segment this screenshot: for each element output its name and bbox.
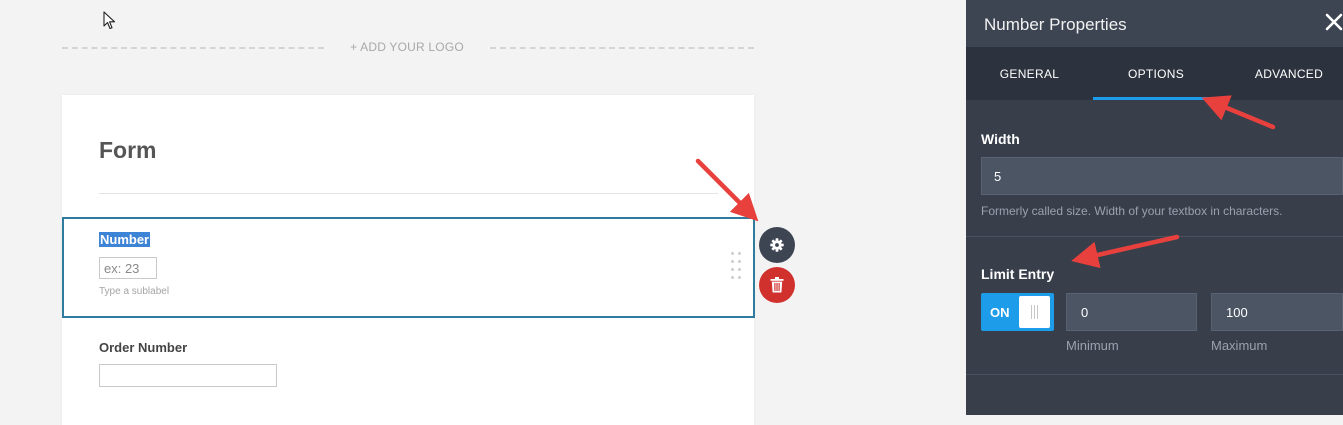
sublabel-text[interactable]: Type a sublabel xyxy=(99,286,169,297)
number-field-label[interactable]: Number xyxy=(99,232,151,247)
width-input[interactable]: 5 xyxy=(981,157,1343,195)
panel-title: Number Properties xyxy=(984,15,1127,34)
number-field-selected[interactable]: Number ex: 23 Type a sublabel xyxy=(62,217,755,318)
maximum-label: Maximum xyxy=(1211,338,1268,353)
minimum-input[interactable]: 0 xyxy=(1066,293,1197,331)
logo-bar[interactable]: + ADD YOUR LOGO xyxy=(62,40,754,54)
limit-entry-label: Limit Entry xyxy=(981,266,1055,282)
minimum-label: Minimum xyxy=(1066,338,1119,353)
tab-advanced[interactable]: ADVANCED xyxy=(1219,47,1343,100)
panel-header: Number Properties xyxy=(966,0,1343,47)
properties-panel: Number Properties GENERAL OPTIONS ADVANC… xyxy=(966,0,1343,415)
number-input[interactable]: ex: 23 xyxy=(99,257,157,279)
section-divider xyxy=(966,236,1343,237)
section-divider-bottom xyxy=(966,374,1343,375)
limit-entry-toggle[interactable]: ON xyxy=(981,293,1054,331)
close-icon[interactable] xyxy=(1325,13,1343,31)
tab-options[interactable]: OPTIONS xyxy=(1093,47,1219,100)
toggle-state-label: ON xyxy=(990,305,1010,320)
toggle-knob[interactable] xyxy=(1019,296,1050,328)
order-number-input[interactable] xyxy=(99,364,277,387)
tab-general[interactable]: GENERAL xyxy=(966,47,1093,100)
properties-tabs: GENERAL OPTIONS ADVANCED xyxy=(966,47,1343,100)
add-logo-link[interactable]: + ADD YOUR LOGO xyxy=(324,40,490,54)
width-label: Width xyxy=(981,131,1020,147)
drag-handle-icon[interactable] xyxy=(731,252,743,282)
gear-icon xyxy=(770,238,784,252)
trash-icon xyxy=(770,277,784,293)
form-title[interactable]: Form xyxy=(99,137,157,164)
mouse-cursor-icon xyxy=(103,11,116,30)
delete-field-button[interactable] xyxy=(759,267,795,303)
maximum-input[interactable]: 100 xyxy=(1211,293,1343,331)
logo-divider-left xyxy=(62,47,324,49)
field-settings-button[interactable] xyxy=(759,227,795,263)
form-card: Form Number ex: 23 Type a sublabel Order… xyxy=(62,95,755,425)
order-number-label[interactable]: Order Number xyxy=(99,340,187,355)
active-tab-indicator xyxy=(1093,97,1219,100)
logo-divider-right xyxy=(490,47,754,49)
width-hint: Formerly called size. Width of your text… xyxy=(981,204,1283,218)
form-title-divider xyxy=(99,193,718,194)
